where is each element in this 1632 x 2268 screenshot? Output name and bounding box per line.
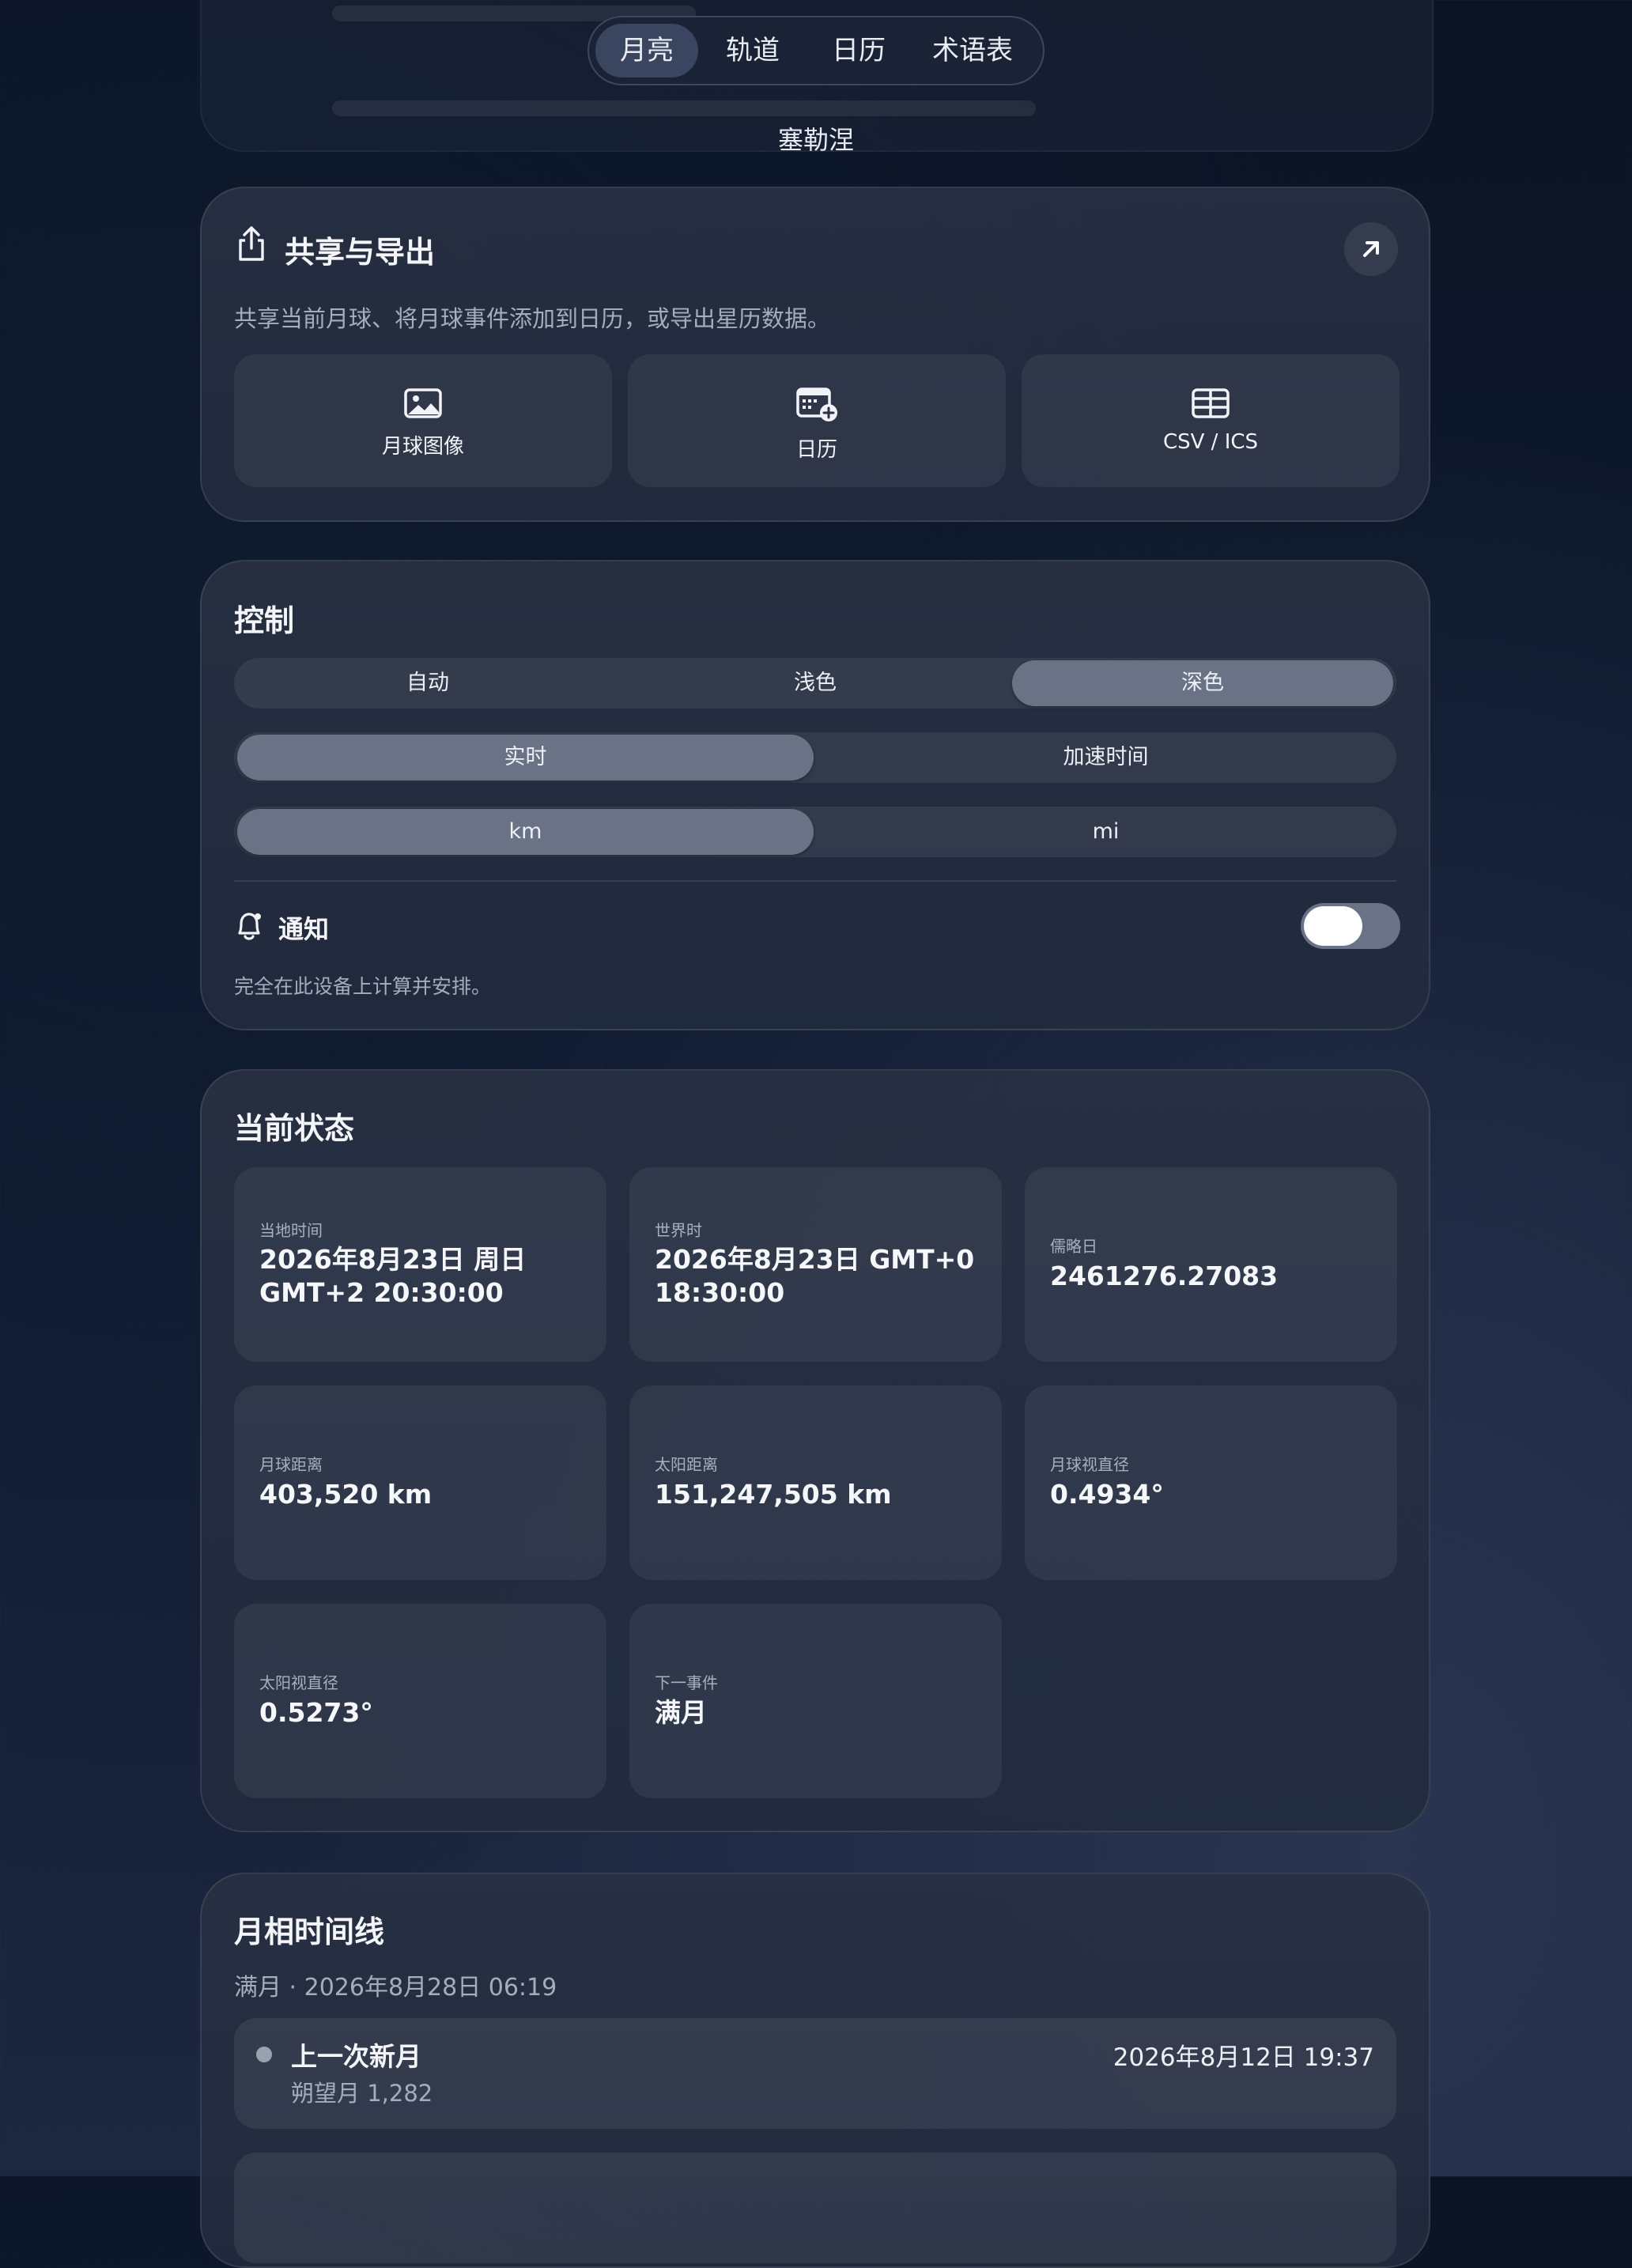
share-description: 共享当前月球、将月球事件添加到日历，或导出星历数据。	[234, 305, 831, 332]
tab-moon[interactable]: 月亮	[595, 24, 698, 77]
stat-value: 2026年8月23日 GMT+0 18:30:00	[655, 1244, 975, 1308]
image-icon	[404, 388, 442, 418]
theme-selector: 自动 浅色 深色	[234, 658, 1396, 709]
stat-local-time: 当地时间 2026年8月23日 周日 GMT+2 20:30:00	[234, 1167, 606, 1362]
theme-light-option[interactable]: 浅色	[621, 658, 1009, 709]
timeline-dot	[256, 2047, 272, 2062]
location-label: 塞勒涅	[777, 125, 854, 155]
controls-title: 控制	[234, 603, 295, 638]
units-selector: km mi	[234, 807, 1396, 857]
stat-label: 太阳距离	[655, 1455, 718, 1474]
stat-sun-angular-diameter: 太阳视直径 0.5273°	[234, 1604, 606, 1798]
calendar-add-icon	[796, 387, 837, 421]
timeline-row-title: 上一次新月	[291, 2041, 421, 2072]
stat-value: 2026年8月23日 周日 GMT+2 20:30:00	[259, 1244, 527, 1308]
divider	[234, 880, 1396, 882]
stat-value: 0.5273°	[259, 1697, 373, 1728]
action-label: 日历	[795, 438, 837, 462]
stat-label: 太阳视直径	[259, 1673, 338, 1692]
stat-value: 151,247,505 km	[655, 1479, 892, 1510]
stat-sun-distance: 太阳距离 151,247,505 km	[629, 1385, 1002, 1580]
units-mi-option[interactable]: mi	[815, 807, 1396, 857]
timeline-row[interactable]	[234, 2153, 1396, 2263]
action-label: CSV / ICS	[1162, 430, 1259, 454]
stat-label: 世界时	[655, 1221, 702, 1240]
timeline-row[interactable]: 上一次新月 朔望月 1,282 2026年8月12日 19:37	[234, 2018, 1396, 2129]
add-to-calendar-button[interactable]: 日历	[628, 354, 1006, 487]
timeline-row-date: 2026年8月12日 19:37	[1113, 2043, 1374, 2072]
stat-label: 下一事件	[655, 1673, 718, 1692]
share-icon	[239, 226, 264, 261]
stat-value: 满月	[655, 1697, 707, 1728]
status-title: 当前状态	[234, 1111, 355, 1146]
stat-universal-time: 世界时 2026年8月23日 GMT+0 18:30:00	[629, 1167, 1002, 1362]
stat-moon-angular-diameter: 月球视直径 0.4934°	[1025, 1385, 1397, 1580]
theme-dark-option[interactable]: 深色	[1012, 660, 1393, 706]
time-mode-selector: 实时 加速时间	[234, 732, 1396, 783]
tab-calendar[interactable]: 日历	[807, 24, 910, 77]
timeline-subtitle: 满月 · 2026年8月28日 06:19	[234, 1974, 557, 2002]
accelerated-time-option[interactable]: 加速时间	[815, 732, 1396, 783]
main-nav: 月亮 轨道 日历 术语表	[587, 16, 1045, 85]
stat-value: 2461276.27083	[1050, 1261, 1279, 1291]
timeline-title: 月相时间线	[234, 1915, 385, 1949]
stat-label: 月球视直径	[1050, 1455, 1129, 1474]
action-label: 月球图像	[381, 435, 464, 459]
stat-value: 0.4934°	[1050, 1479, 1164, 1510]
notifications-description: 完全在此设备上计算并安排。	[234, 975, 492, 998]
stat-julian-day: 儒略日 2461276.27083	[1025, 1167, 1397, 1362]
timeline-row-detail: 朔望月 1,282	[291, 2080, 433, 2107]
stat-label: 当地时间	[259, 1221, 323, 1240]
notifications-toggle[interactable]	[1301, 903, 1400, 949]
controls-card	[200, 560, 1430, 1030]
stat-label: 月球距离	[259, 1455, 323, 1474]
bell-icon	[238, 913, 261, 940]
open-share-button[interactable]	[1344, 222, 1398, 276]
toggle-knob	[1304, 906, 1362, 946]
share-title: 共享与导出	[285, 235, 436, 270]
export-moon-image-button[interactable]: 月球图像	[234, 354, 612, 487]
tab-orbit[interactable]: 轨道	[701, 24, 804, 77]
table-icon	[1192, 388, 1230, 418]
stat-next-event: 下一事件 满月	[629, 1604, 1002, 1798]
tab-glossary[interactable]: 术语表	[913, 24, 1032, 77]
export-csv-ics-button[interactable]: CSV / ICS	[1022, 354, 1400, 487]
notifications-label: 通知	[278, 914, 330, 944]
stat-label: 儒略日	[1050, 1237, 1097, 1256]
stat-value: 403,520 km	[259, 1479, 433, 1510]
arrow-up-right-icon	[1363, 241, 1379, 257]
theme-auto-option[interactable]: 自动	[234, 658, 621, 709]
units-km-option[interactable]: km	[237, 809, 814, 855]
stat-moon-distance: 月球距离 403,520 km	[234, 1385, 606, 1580]
realtime-option[interactable]: 实时	[237, 735, 814, 781]
